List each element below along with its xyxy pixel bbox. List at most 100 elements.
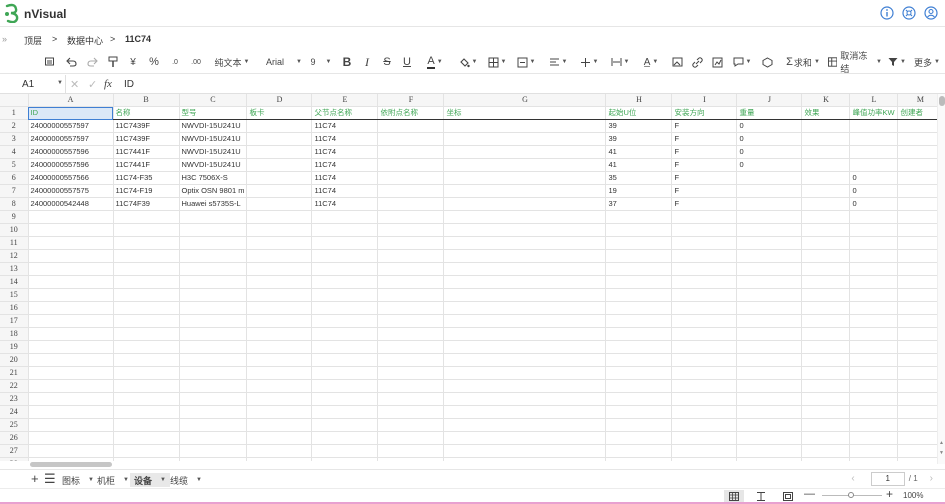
cell[interactable] [28,431,114,446]
cell[interactable]: 0 [849,171,899,186]
cell[interactable]: 11C74 [311,197,379,212]
cell[interactable] [311,379,379,394]
cell[interactable] [377,158,445,173]
filter-button[interactable]: ▼ [886,54,908,70]
cell[interactable] [671,340,738,355]
cell[interactable] [179,444,248,459]
row-header[interactable]: 5 [0,158,29,173]
cell[interactable]: 11C7441F [113,158,180,173]
cell[interactable]: F [671,197,738,212]
row-header[interactable]: 17 [0,314,29,329]
sum-button[interactable]: Σ 求和 ▼ [784,54,822,70]
cell[interactable]: 0 [736,119,803,134]
cell[interactable] [736,197,803,212]
cell[interactable]: 11C74-F35 [113,171,180,186]
cell[interactable]: ID [28,106,114,121]
row-header[interactable]: 6 [0,171,29,186]
cell[interactable]: H3C 7506X-S [179,171,248,186]
row-header[interactable]: 3 [0,132,29,147]
cell[interactable] [801,405,851,420]
cell[interactable]: 24000000557597 [28,132,114,147]
cell[interactable] [28,288,114,303]
cell[interactable]: 依附点名称 [377,106,445,121]
cell[interactable] [849,210,899,225]
cell[interactable] [736,327,803,342]
cell[interactable] [179,314,248,329]
cancel-icon[interactable]: ✕ [70,78,79,91]
cell[interactable] [443,236,607,251]
sheet-tab-devices[interactable]: 设备 ▼ [130,473,170,487]
cell[interactable] [377,210,445,225]
cell[interactable] [736,340,803,355]
zoom-in-icon[interactable]: + [886,487,893,501]
cell[interactable] [605,457,673,461]
vertical-scroll-thumb[interactable] [939,96,945,106]
cell[interactable] [377,236,445,251]
format-painter-icon[interactable] [42,54,58,70]
cell[interactable]: 11C74 [311,132,379,147]
normal-view-button[interactable] [724,490,744,502]
row-header[interactable]: 28 [0,457,29,461]
cell[interactable]: 39 [605,119,673,134]
cell[interactable] [849,366,899,381]
cell[interactable]: 35 [605,171,673,186]
cell[interactable] [311,314,379,329]
cell[interactable] [246,119,313,134]
sheet-tab-icons[interactable]: 图标 ▼ [62,473,94,487]
row-header[interactable]: 27 [0,444,29,459]
cell[interactable] [605,379,673,394]
cell[interactable] [113,236,180,251]
cell[interactable] [801,184,851,199]
cell[interactable] [671,288,738,303]
cell[interactable] [671,262,738,277]
cell[interactable] [671,353,738,368]
row-header[interactable]: 26 [0,431,29,446]
cell[interactable] [443,184,607,199]
cell[interactable] [801,158,851,173]
page-layout-view-icon[interactable] [783,492,793,501]
next-page-icon[interactable]: › [930,473,933,484]
row-header[interactable]: 2 [0,119,29,134]
cell[interactable] [671,236,738,251]
cell[interactable] [736,405,803,420]
cell[interactable]: F [671,158,738,173]
font-size-select[interactable]: 9 ▼ [308,54,334,70]
percent-button[interactable]: % [147,54,161,70]
cell[interactable]: Optix OSN 9801 m [179,184,248,199]
breadcrumb-root[interactable]: 顶层 [24,34,42,47]
cell[interactable] [377,314,445,329]
cell[interactable]: 0 [736,145,803,160]
cell[interactable]: 11C7439F [113,119,180,134]
zoom-slider-handle[interactable] [848,492,854,498]
cell[interactable] [736,418,803,433]
cell[interactable] [801,418,851,433]
cell[interactable] [443,431,607,446]
cell[interactable] [246,353,313,368]
cell[interactable] [801,236,851,251]
sheet-list-icon[interactable]: ☰ [44,471,56,487]
cell[interactable]: 峰值功率KW [849,106,899,121]
cell[interactable] [246,288,313,303]
cell[interactable] [28,457,114,461]
more-button[interactable]: 更多 ▼ [912,54,942,70]
cell[interactable] [311,444,379,459]
cell[interactable]: F [671,145,738,160]
cell[interactable] [801,431,851,446]
cell[interactable]: 11C74-F19 [113,184,180,199]
page-number-input[interactable]: 1 [870,471,905,486]
cell[interactable] [605,405,673,420]
zoom-slider[interactable] [822,492,882,498]
cell[interactable] [443,327,607,342]
cell[interactable] [801,392,851,407]
cell[interactable] [311,457,379,461]
add-sheet-icon[interactable]: + [31,471,39,486]
cell[interactable] [28,366,114,381]
cell[interactable] [443,379,607,394]
cell[interactable] [179,249,248,264]
row-header[interactable]: 20 [0,353,29,368]
cell[interactable] [311,431,379,446]
cell[interactable] [311,223,379,238]
cell[interactable] [801,249,851,264]
column-header-I[interactable]: I [671,94,738,108]
cell[interactable] [377,288,445,303]
